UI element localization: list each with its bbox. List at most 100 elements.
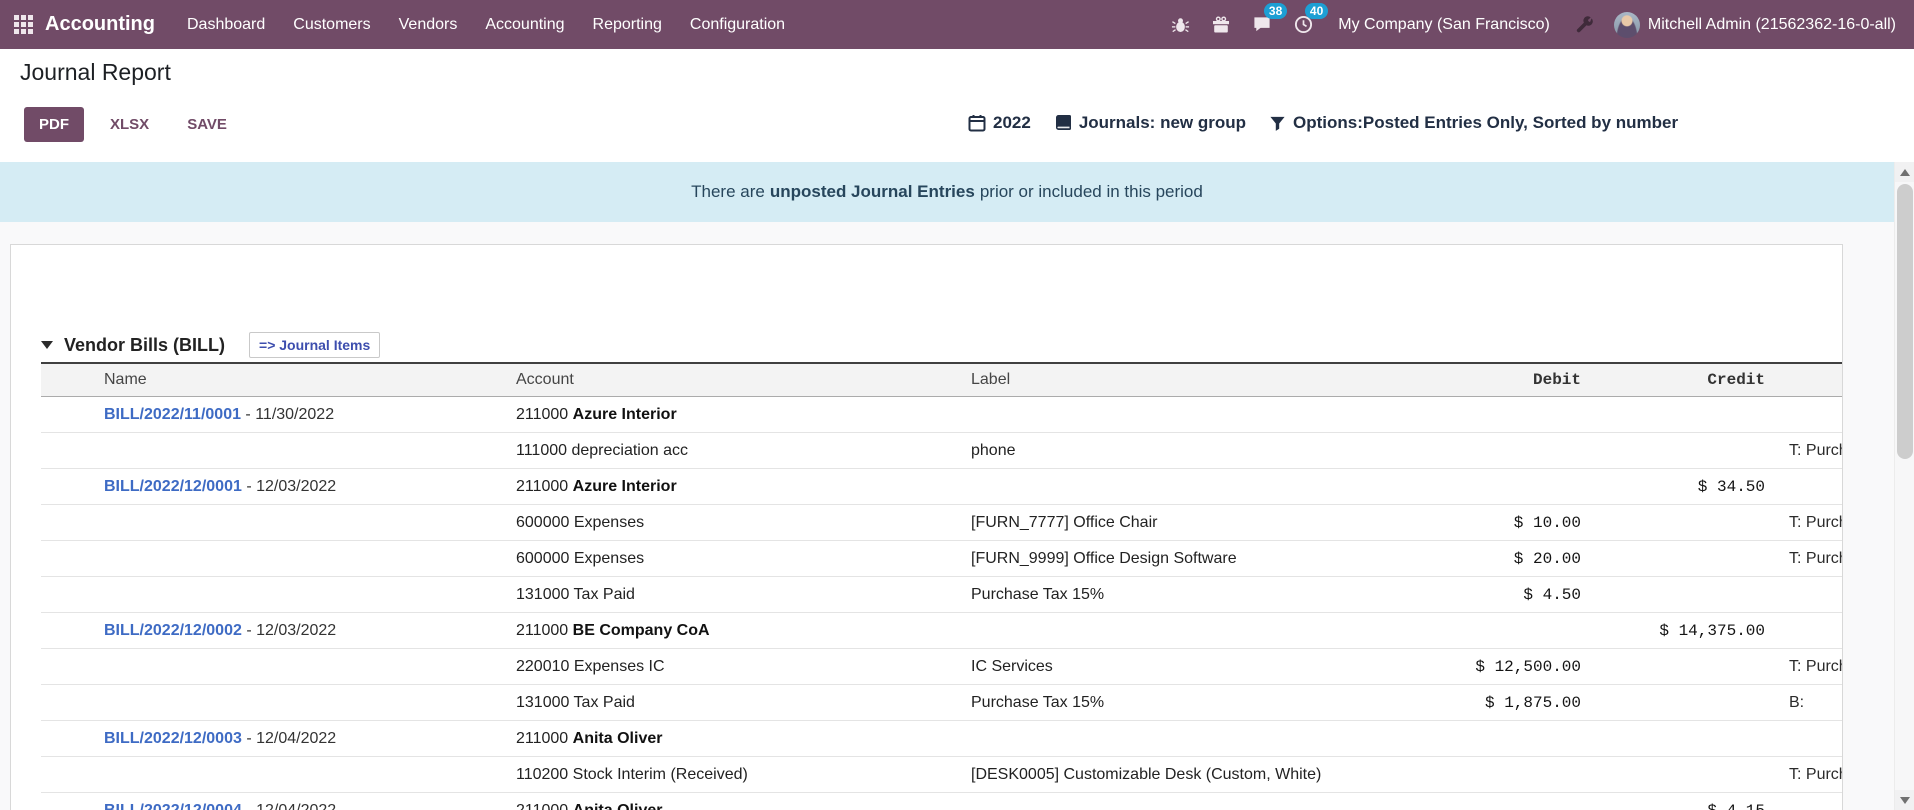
- account-code: 211000: [516, 622, 573, 639]
- cell-account: 211000 BE Company CoA: [516, 622, 971, 640]
- apps-menu-button[interactable]: [14, 15, 33, 34]
- table-row: 111000 depreciation acc phone T: Purcha: [41, 433, 1843, 469]
- entry-date: - 12/04/2022: [242, 730, 336, 747]
- filter-options-label: Options:Posted Entries Only, Sorted by n…: [1293, 113, 1678, 133]
- cell-account: 131000 Tax Paid: [516, 694, 971, 712]
- cell-account: 220010 Expenses IC: [516, 658, 971, 676]
- cell-account: 600000 Expenses: [516, 514, 971, 532]
- cell-account: 211000 Anita Oliver: [516, 730, 971, 748]
- arrow-up-icon: [1900, 169, 1910, 176]
- filter-date[interactable]: 2022: [968, 113, 1031, 133]
- cell-label: [DESK0005] Customizable Desk (Custom, Wh…: [971, 766, 1251, 784]
- debug-button[interactable]: [1160, 0, 1201, 49]
- account-partner: Azure Interior: [573, 406, 677, 423]
- account-partner: Anita Oliver: [573, 802, 663, 810]
- pdf-button[interactable]: PDF: [24, 107, 84, 142]
- scrollbar-thumb[interactable]: [1897, 184, 1913, 459]
- table-row: 131000 Tax Paid Purchase Tax 15% $ 1,875…: [41, 685, 1843, 721]
- entry-date: - 11/30/2022: [241, 406, 334, 423]
- activities-button[interactable]: 40: [1283, 0, 1324, 49]
- page-title: Journal Report: [20, 59, 171, 86]
- menu-item-vendors[interactable]: Vendors: [385, 0, 472, 49]
- menu-item-accounting[interactable]: Accounting: [471, 0, 578, 49]
- filter-date-label: 2022: [993, 113, 1031, 133]
- journal-entry-link[interactable]: BILL/2022/12/0002: [104, 622, 242, 639]
- vertical-scrollbar[interactable]: [1894, 162, 1914, 810]
- bug-icon: [1171, 15, 1190, 34]
- scroll-down-button[interactable]: [1895, 790, 1914, 810]
- menu-item-configuration[interactable]: Configuration: [676, 0, 799, 49]
- col-header-debit: Debit: [1251, 371, 1581, 389]
- calendar-icon: [968, 114, 986, 132]
- cell-name: BILL/2022/11/0001 - 11/30/2022: [104, 406, 516, 424]
- tools-button[interactable]: [1564, 0, 1606, 49]
- account-code: 600000 Expenses: [516, 514, 644, 531]
- entry-date: - 12/04/2022: [242, 802, 336, 810]
- cell-name: BILL/2022/12/0004 - 12/04/2022: [104, 802, 516, 810]
- cell-label: [FURN_7777] Office Chair: [971, 514, 1251, 532]
- account-partner: BE Company CoA: [573, 622, 710, 639]
- cell-tax-grid: T: Purcha: [1789, 658, 1843, 676]
- report-card: Vendor Bills (BILL) => Journal Items Nam…: [10, 244, 1843, 810]
- journal-entry-link[interactable]: BILL/2022/12/0004: [104, 802, 242, 810]
- account-code: 211000: [516, 478, 573, 495]
- menu-item-customers[interactable]: Customers: [279, 0, 384, 49]
- journal-entry-link[interactable]: BILL/2022/12/0001: [104, 478, 242, 495]
- cell-account: 111000 depreciation acc: [516, 442, 971, 460]
- journal-entry-link[interactable]: BILL/2022/12/0003: [104, 730, 242, 747]
- cell-account: 211000 Anita Oliver: [516, 802, 971, 810]
- cell-account: 131000 Tax Paid: [516, 586, 971, 604]
- filter-journals-label: Journals: new group: [1079, 113, 1246, 133]
- section-header: Vendor Bills (BILL) => Journal Items: [41, 331, 380, 359]
- account-code: 211000: [516, 730, 573, 747]
- gift-button[interactable]: [1201, 0, 1241, 49]
- arrow-down-icon: [1900, 797, 1910, 804]
- cell-tax-grid: T: Purcha: [1789, 766, 1843, 784]
- cell-debit: $ 20.00: [1251, 550, 1581, 568]
- scroll-up-button[interactable]: [1895, 162, 1914, 182]
- cell-debit: $ 10.00: [1251, 514, 1581, 532]
- company-switcher[interactable]: My Company (San Francisco): [1324, 0, 1564, 49]
- chevron-down-icon[interactable]: [41, 341, 53, 349]
- cell-label: Purchase Tax 15%: [971, 694, 1251, 712]
- xlsx-button[interactable]: XLSX: [106, 107, 153, 142]
- section-title: Vendor Bills (BILL): [64, 335, 225, 356]
- cell-credit: $ 34.50: [1581, 478, 1765, 496]
- col-header-account: Account: [516, 371, 971, 389]
- col-header-credit: Credit: [1581, 371, 1765, 389]
- filter-options[interactable]: Options:Posted Entries Only, Sorted by n…: [1269, 113, 1678, 133]
- cell-tax-grid: B:: [1789, 694, 1843, 712]
- save-button[interactable]: SAVE: [183, 107, 231, 142]
- alert-text-bold: unposted Journal Entries: [770, 182, 975, 202]
- cell-credit: $ 14,375.00: [1581, 622, 1765, 640]
- account-code: 600000 Expenses: [516, 550, 644, 567]
- account-partner: Azure Interior: [573, 478, 677, 495]
- cell-debit: $ 12,500.00: [1251, 658, 1581, 676]
- report-filters: 2022 Journals: new group Options:Posted …: [968, 113, 1678, 133]
- account-code: 211000: [516, 802, 573, 810]
- table-row: BILL/2022/12/0004 - 12/04/2022 211000 An…: [41, 793, 1843, 810]
- journal-entry-link[interactable]: BILL/2022/11/0001: [104, 406, 241, 423]
- cell-credit: $ 4.15: [1581, 802, 1765, 810]
- cell-account: 211000 Azure Interior: [516, 406, 971, 424]
- filter-journals[interactable]: Journals: new group: [1054, 113, 1246, 133]
- user-menu[interactable]: Mitchell Admin (21562362-16-0-all): [1606, 12, 1904, 38]
- entry-date: - 12/03/2022: [242, 478, 336, 495]
- table-row: 131000 Tax Paid Purchase Tax 15% $ 4.50: [41, 577, 1843, 613]
- cell-account: 600000 Expenses: [516, 550, 971, 568]
- cell-label: IC Services: [971, 658, 1251, 676]
- table-row: 600000 Expenses [FURN_7777] Office Chair…: [41, 505, 1843, 541]
- cell-name: BILL/2022/12/0002 - 12/03/2022: [104, 622, 516, 640]
- main-menu: Dashboard Customers Vendors Accounting R…: [173, 0, 799, 49]
- cell-label: Purchase Tax 15%: [971, 586, 1251, 604]
- table-row: BILL/2022/12/0001 - 12/03/2022 211000 Az…: [41, 469, 1843, 505]
- account-code: 220010 Expenses IC: [516, 658, 665, 675]
- menu-item-dashboard[interactable]: Dashboard: [173, 0, 279, 49]
- messages-button[interactable]: 38: [1241, 0, 1283, 49]
- app-name[interactable]: Accounting: [45, 13, 155, 36]
- navbar-right: 38 40 My Company (San Francisco) Mitchel…: [1160, 0, 1914, 49]
- menu-item-reporting[interactable]: Reporting: [579, 0, 676, 49]
- table-header-row: Name Account Label Debit Credit: [41, 362, 1843, 397]
- account-code: 110200 Stock Interim (Received): [516, 766, 748, 783]
- journal-items-button[interactable]: => Journal Items: [249, 332, 380, 358]
